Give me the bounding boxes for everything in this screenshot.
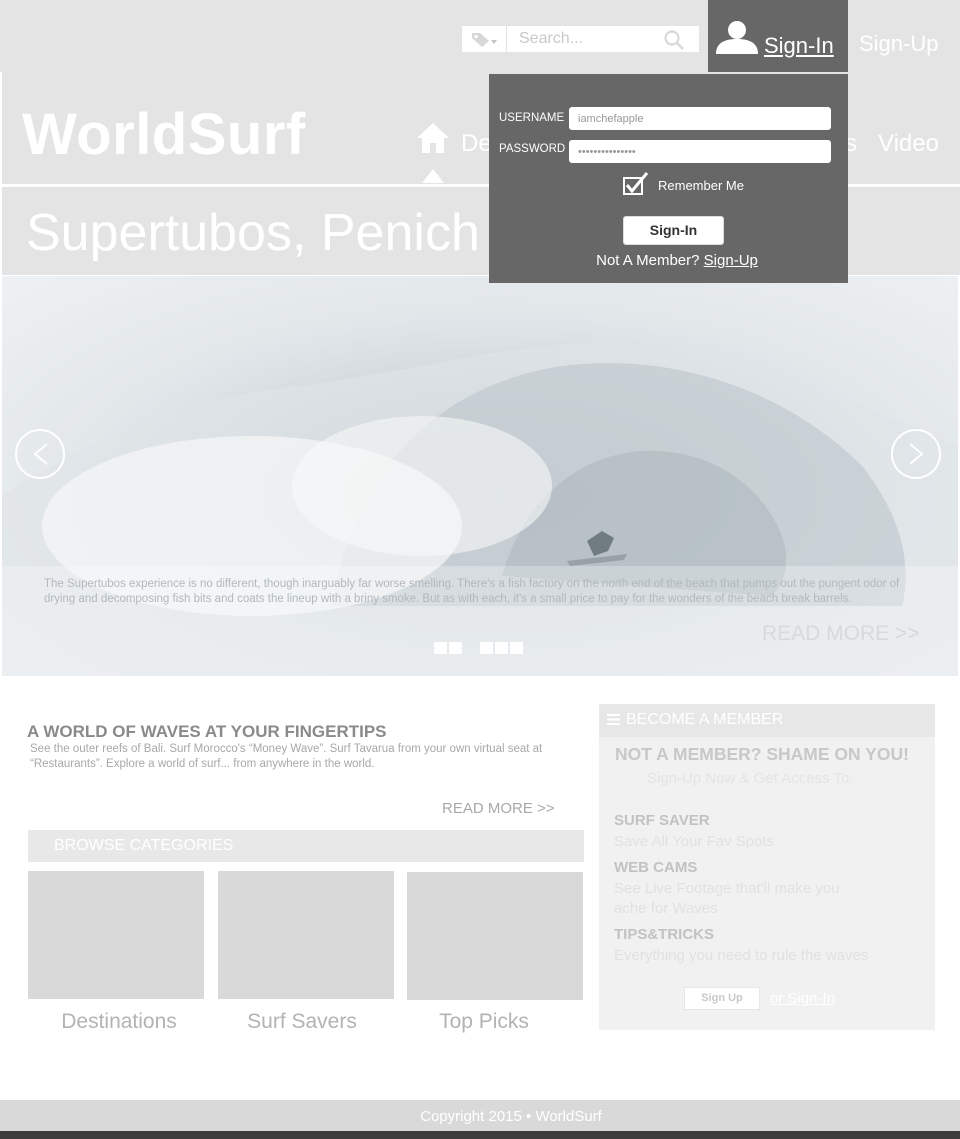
nav-destinations[interactable]: De [461,130,492,158]
copyright-text: Copyright 2015 • WorldSurf [420,1108,602,1125]
login-dropdown: USERNAME PASSWORD Remember Me Sign-In No… [489,74,848,283]
search-icon[interactable] [663,29,685,51]
active-nav-indicator [422,169,444,183]
member-panel-header: BECOME A MEMBER [599,704,935,737]
search-input[interactable] [507,26,657,52]
feature-description: See Live Footage that'll make you ache f… [614,880,840,917]
next-slide-button[interactable] [891,429,941,479]
member-sign-in-link[interactable]: or Sign-In [770,990,835,1007]
browse-categories-bar: BROWSE CATEGORIES [28,830,584,862]
sign-up-link[interactable]: Sign-Up [859,31,938,57]
username-label: USERNAME [499,112,565,124]
become-member-panel: BECOME A MEMBER NOT A MEMBER? SHAME ON Y… [599,704,935,1030]
member-sign-up-button[interactable]: Sign Up [684,987,760,1010]
hero-slider: The Supertubos experience is no differen… [2,276,958,676]
chevron-left-icon [33,443,48,465]
remember-me-label: Remember Me [658,178,744,193]
category-image-surf-savers[interactable] [218,871,394,999]
username-field[interactable] [569,107,831,130]
not-member-text: Not A Member? [596,252,700,269]
prev-slide-button[interactable] [15,429,65,479]
page-title: Supertubos, Penich [26,204,480,262]
category-image-top-picks[interactable] [407,872,583,1000]
browse-categories-label: BROWSE CATEGORIES [54,837,234,854]
remember-me-checkbox[interactable] [623,172,649,196]
category-label-surf-savers[interactable]: Surf Savers [214,1010,390,1034]
sign-in-button[interactable]: Sign-In [623,216,724,245]
hero-caption: The Supertubos experience is no differen… [44,578,900,605]
footer-strip [0,1131,960,1139]
nav-video[interactable]: Video [878,130,939,158]
password-field[interactable] [569,140,831,163]
sign-in-link[interactable]: Sign-In [764,33,834,59]
tag-filter-dropdown[interactable] [462,26,506,52]
feature-title: TIPS&TRICKS [614,926,715,943]
feature-description: Save All Your Fav Spots [614,833,775,850]
main-heading: A WORLD OF WAVES AT YOUR FINGERTIPS [27,722,387,741]
category-image-destinations[interactable] [28,871,204,999]
category-label-top-picks[interactable]: Top Picks [396,1010,572,1034]
password-label: PASSWORD [499,143,566,155]
user-icon [716,21,758,54]
feature-description: Everything you need to rule the waves [614,947,869,964]
member-subheading: Sign-Up Now & Get Access To: [647,770,854,787]
slide-dot[interactable] [434,642,447,654]
menu-icon [607,714,620,725]
top-bar: Sign-In Sign-Up [0,0,960,74]
slide-dot[interactable] [480,642,493,654]
login-sign-up-link[interactable]: Sign-Up [704,252,758,269]
search-box [507,26,699,52]
site-footer: Copyright 2015 • WorldSurf [0,1100,960,1131]
main-read-more-link[interactable]: READ MORE >> [442,800,555,817]
category-label-destinations[interactable]: Destinations [31,1010,207,1034]
member-panel-title: BECOME A MEMBER [626,711,784,728]
feature-title: SURF SAVER [614,812,710,829]
slide-dot[interactable] [495,642,508,654]
home-icon[interactable] [416,122,450,154]
feature-title: WEB CAMS [614,859,698,876]
site-logo[interactable]: WorldSurf [22,101,306,168]
hero-read-more-link[interactable]: READ MORE >> [762,622,920,646]
chevron-right-icon [909,443,924,465]
not-member-prompt: Not A Member? Sign-Up [489,252,865,269]
tag-icon [472,33,497,47]
sign-in-tab[interactable]: Sign-In [708,0,848,74]
slide-dot[interactable] [510,642,523,654]
main-description: See the outer reefs of Bali. Surf Morocc… [30,743,543,770]
member-shame-heading: NOT A MEMBER? SHAME ON YOU! [615,744,909,764]
slide-dot[interactable] [449,642,462,654]
